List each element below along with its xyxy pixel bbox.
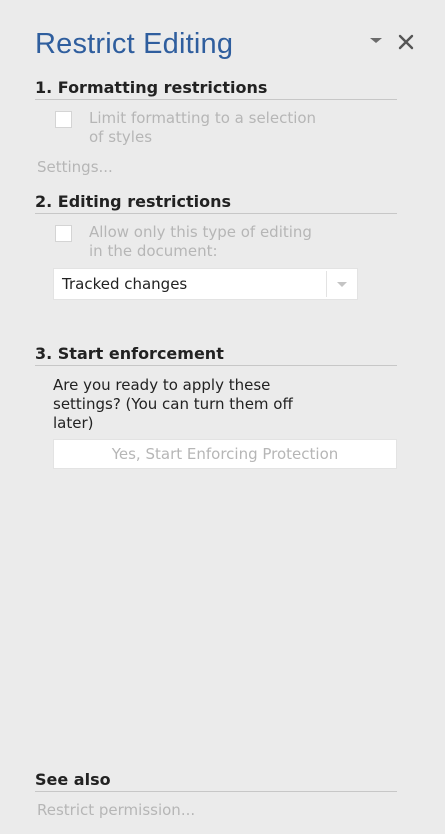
limit-formatting-label-line1: Limit formatting to a selection — [89, 109, 317, 127]
formatting-restrictions-heading: 1. Formatting restrictions — [35, 78, 268, 97]
allow-editing-label-line1: Allow only this type of editing — [89, 223, 312, 241]
section-divider — [35, 365, 397, 366]
section-divider — [35, 99, 397, 100]
enforcement-prompt-line3: later) — [53, 414, 94, 432]
dropdown-divider — [326, 271, 327, 297]
start-enforcement-heading: 3. Start enforcement — [35, 344, 224, 363]
allow-editing-type-checkbox[interactable] — [55, 225, 72, 242]
see-also-heading: See also — [35, 770, 111, 789]
restrict-permission-link[interactable]: Restrict permission... — [37, 801, 195, 820]
enforcement-prompt-line2: settings? (You can turn them off — [53, 395, 293, 413]
dropdown-selected-value: Tracked changes — [62, 275, 188, 293]
limit-formatting-label-line2: of styles — [89, 128, 153, 146]
section-divider — [35, 213, 397, 214]
start-enforcing-button[interactable]: Yes, Start Enforcing Protection — [53, 439, 397, 469]
enforcement-prompt: Are you ready to apply these settings? (… — [53, 376, 398, 433]
enforcement-prompt-line1: Are you ready to apply these — [53, 376, 271, 394]
editing-restrictions-heading: 2. Editing restrictions — [35, 192, 232, 211]
settings-link[interactable]: Settings... — [37, 158, 113, 177]
allow-editing-label-line2: in the document: — [89, 242, 218, 260]
limit-formatting-checkbox[interactable] — [55, 111, 72, 128]
pane-title: Restrict Editing — [35, 28, 234, 60]
editing-type-dropdown[interactable]: Tracked changes — [53, 268, 358, 300]
close-button[interactable] — [396, 32, 416, 52]
pane-options-button[interactable] — [367, 32, 385, 48]
close-icon — [398, 34, 414, 50]
chevron-down-icon[interactable] — [335, 281, 349, 289]
section-divider — [35, 791, 397, 792]
restrict-editing-pane: Restrict Editing 1. Formatting restricti… — [0, 0, 445, 834]
chevron-down-icon — [370, 38, 382, 43]
